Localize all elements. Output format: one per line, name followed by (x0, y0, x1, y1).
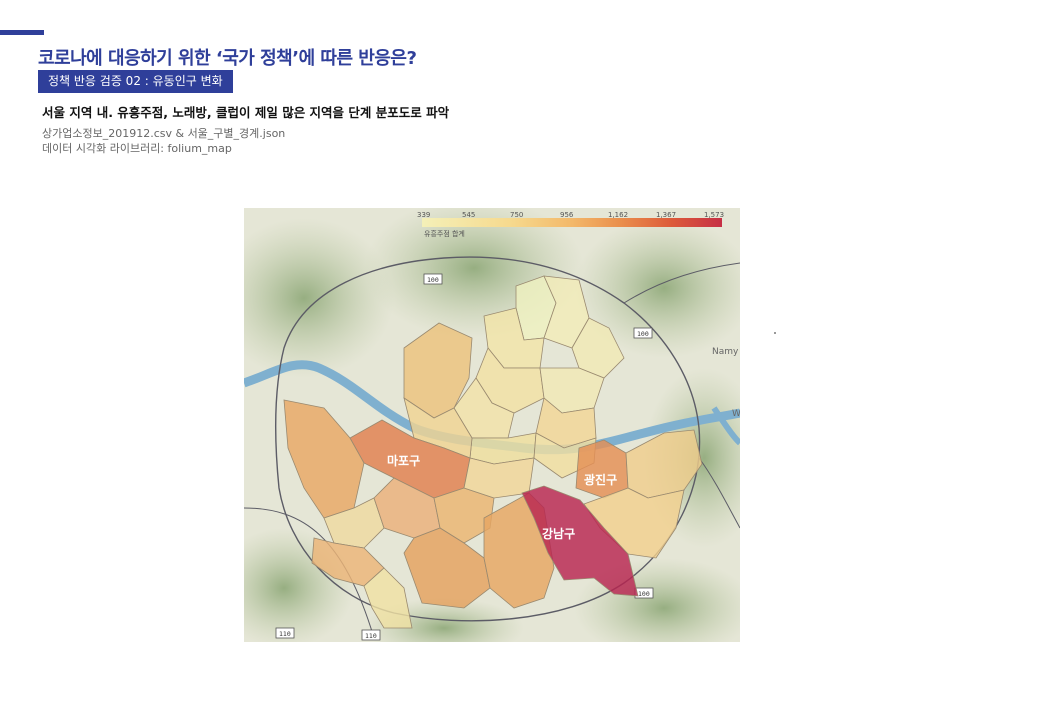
library-text: 데이터 시각화 라이브러리: folium_map (42, 142, 232, 155)
road-shield: 110 (275, 627, 295, 639)
legend-tick: 750 (510, 211, 523, 219)
legend-tick: 1,162 (608, 211, 628, 219)
road-shield: 100 (634, 587, 654, 599)
page-title: 코로나에 대응하기 위한 ‘국가 정책’에 따른 반응은? (38, 48, 417, 69)
road-shield: 110 (361, 629, 381, 641)
legend-color-bar (422, 218, 722, 227)
svg-text:100: 100 (637, 330, 649, 338)
accent-bar (0, 30, 44, 35)
stray-dot (774, 332, 776, 334)
svg-text:100: 100 (638, 590, 650, 598)
svg-text:100: 100 (427, 276, 439, 284)
choropleth-map[interactable]: 100 100 110 110 100 Namy W 마포구 광진구 강남구 3… (244, 208, 740, 642)
road-shield: 100 (423, 273, 443, 285)
legend-tick: 956 (560, 211, 574, 219)
section-badge: 정책 반응 검증 02 : 유동인구 변화 (38, 70, 233, 93)
svg-text:110: 110 (365, 632, 377, 640)
svg-text:110: 110 (279, 630, 291, 638)
legend-tick: 1,367 (656, 211, 676, 219)
road-shield: 100 (633, 327, 653, 339)
source-files-text: 상가업소정보_201912.csv & 서울_구별_경계.json (42, 127, 286, 140)
legend-tick: 1,573 (704, 211, 724, 219)
legend-tick: 545 (462, 211, 475, 219)
place-label: W (732, 409, 740, 419)
page-subtitle: 서울 지역 내. 유흥주점, 노래방, 클럽이 제일 많은 지역을 단계 분포도… (42, 105, 450, 120)
district-label-gangnam: 강남구 (542, 526, 575, 541)
legend-caption: 유흥주점 합계 (424, 229, 465, 238)
map-canvas[interactable]: 100 100 110 110 100 Namy W 마포구 광진구 강남구 3… (244, 208, 740, 642)
district-label-mapo: 마포구 (387, 453, 420, 468)
district-label-gwangjin: 광진구 (584, 472, 617, 487)
legend-tick: 339 (417, 211, 430, 219)
place-label: Namy (712, 347, 739, 357)
